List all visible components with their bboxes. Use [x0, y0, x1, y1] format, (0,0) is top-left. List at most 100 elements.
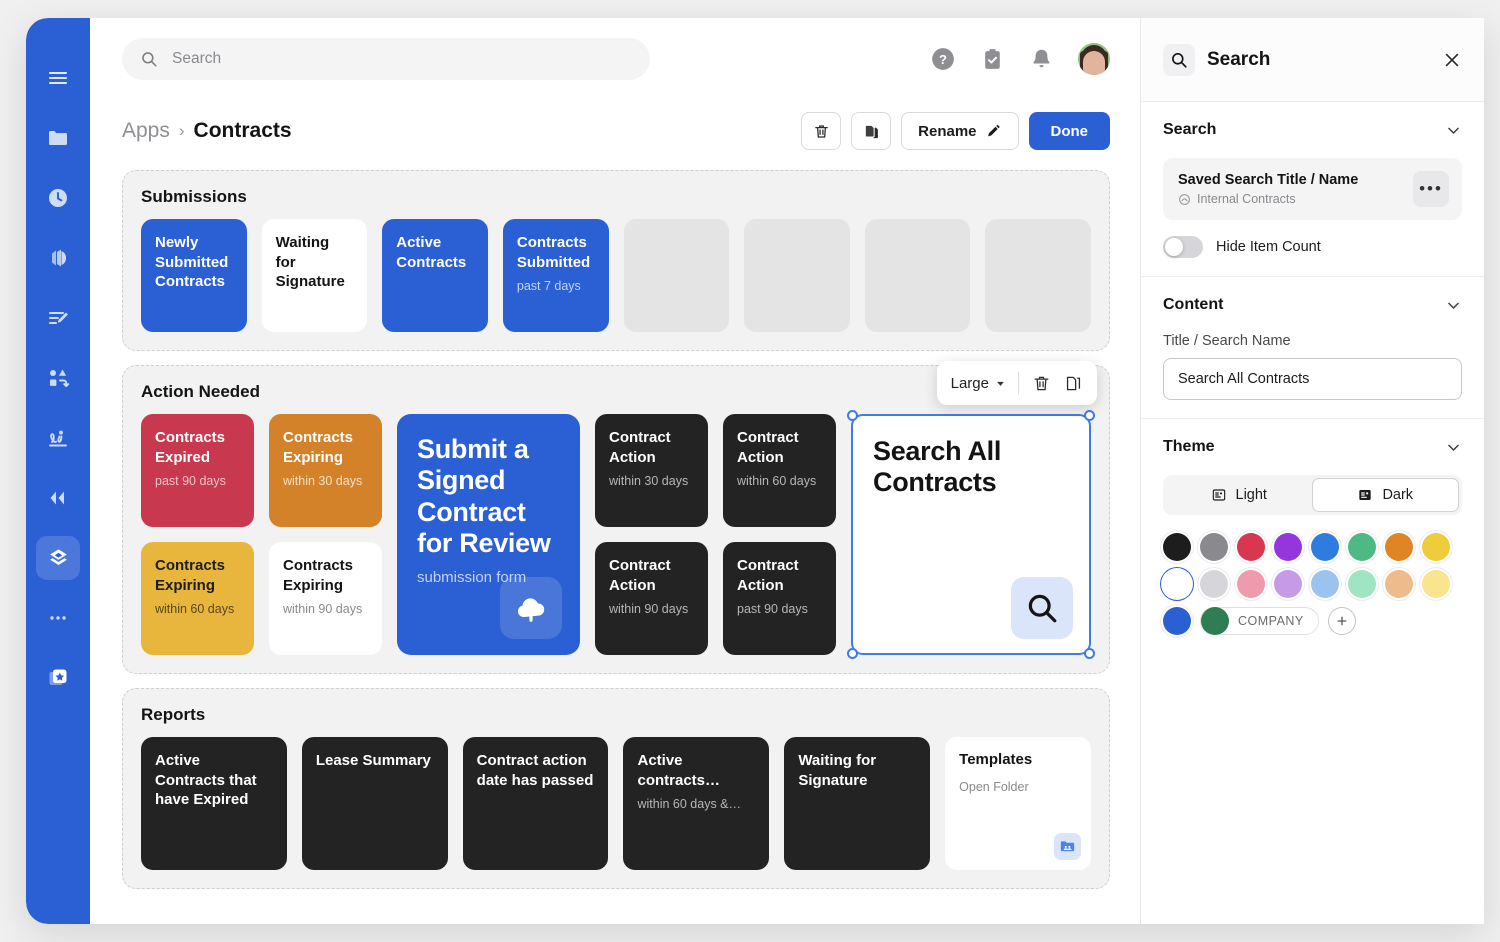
- swatch-light-blue[interactable]: [1311, 570, 1339, 598]
- tile-waiting-for-signature-report[interactable]: Waiting for Signature: [784, 737, 931, 870]
- hide-item-count-toggle[interactable]: [1163, 236, 1203, 258]
- theme-dark-option[interactable]: Dark: [1311, 478, 1459, 512]
- done-button[interactable]: Done: [1028, 112, 1110, 150]
- tile-duplicate-button[interactable]: [1064, 374, 1083, 393]
- tile-subtitle: within 60 days: [155, 602, 235, 617]
- resize-handle-bottom-right[interactable]: [1084, 648, 1095, 659]
- tile-contracts-expired[interactable]: Contracts Expired past 90 days: [141, 414, 254, 527]
- resize-handle-top-right[interactable]: [1084, 410, 1095, 421]
- avatar[interactable]: [1078, 43, 1110, 75]
- tile-title: Contracts Expired: [155, 429, 226, 466]
- tile-title: Contract action date has passed: [476, 752, 594, 789]
- tile-delete-button[interactable]: [1032, 374, 1051, 393]
- tile-contract-action-60[interactable]: Contract Action within 60 days: [723, 414, 836, 527]
- global-search-input[interactable]: Search: [122, 38, 650, 80]
- rename-button[interactable]: Rename: [901, 112, 1019, 150]
- panel-section-theme-header[interactable]: Theme: [1163, 419, 1462, 475]
- tile-active-contracts-expired[interactable]: Active Contracts that have Expired: [141, 737, 287, 870]
- swatch-pink[interactable]: [1237, 570, 1265, 598]
- panel-header: Search: [1141, 18, 1484, 102]
- swatch-light-orange[interactable]: [1385, 570, 1413, 598]
- signature-icon[interactable]: [36, 416, 80, 460]
- tile-contract-action-date-passed[interactable]: Contract action date has passed: [462, 737, 609, 870]
- saved-search-more-icon[interactable]: •••: [1413, 171, 1449, 207]
- swatch-gray[interactable]: [1200, 533, 1228, 561]
- add-swatch-button[interactable]: [1327, 607, 1356, 635]
- chevron-down-icon: [1445, 122, 1462, 139]
- tile-placeholder[interactable]: [744, 219, 850, 332]
- help-icon[interactable]: ?: [930, 46, 956, 72]
- tile-contracts-expiring-60[interactable]: Contracts Expiring within 60 days: [141, 542, 254, 655]
- tile-title: Contracts Expiring: [283, 557, 354, 594]
- swatch-purple[interactable]: [1274, 533, 1302, 561]
- menu-icon[interactable]: [36, 56, 80, 100]
- swatch-orange[interactable]: [1385, 533, 1413, 561]
- tile-lease-summary[interactable]: Lease Summary: [301, 737, 448, 870]
- tile-placeholder[interactable]: [985, 219, 1091, 332]
- section-action-needed: Action Needed Contracts Expired past 90 …: [122, 361, 1110, 674]
- tile-contract-action-past-90[interactable]: Contract Action past 90 days: [723, 542, 836, 655]
- section-title: Submissions: [141, 187, 247, 206]
- tasks-icon[interactable]: [980, 47, 1005, 72]
- pencil-icon: [987, 125, 999, 137]
- section-label: Search: [1163, 121, 1217, 138]
- tile-waiting-for-signature[interactable]: Waiting for Signature: [261, 219, 368, 332]
- search-icon: [1011, 577, 1073, 639]
- tile-placeholder[interactable]: [623, 219, 730, 332]
- saved-search-card[interactable]: Saved Search Title / Name Internal Contr…: [1163, 158, 1462, 220]
- tile-title: Lease Summary: [315, 752, 431, 769]
- breadcrumb-parent[interactable]: Apps: [122, 119, 170, 143]
- swatch-light-green[interactable]: [1348, 570, 1376, 598]
- tile-size-dropdown[interactable]: Large: [951, 375, 1005, 392]
- panel-section-search-header[interactable]: Search: [1163, 102, 1462, 158]
- close-icon[interactable]: [1442, 50, 1462, 70]
- shapes-icon[interactable]: [36, 356, 80, 400]
- tile-search-all-contracts[interactable]: Search All Contracts: [847, 410, 1095, 659]
- swatch-red[interactable]: [1237, 533, 1265, 561]
- saved-search-subtitle-row: Internal Contracts: [1178, 192, 1358, 206]
- tile-active-contracts-60[interactable]: Active contracts… within 60 days &…: [623, 737, 770, 870]
- folder-icon[interactable]: [36, 116, 80, 160]
- star-card-icon[interactable]: [36, 656, 80, 700]
- tile-contracts-expiring-30[interactable]: Contracts Expiring within 30 days: [269, 414, 382, 527]
- swatch-yellow[interactable]: [1422, 533, 1450, 561]
- swatch-company-chip[interactable]: COMPANY: [1200, 607, 1319, 635]
- swatch-black[interactable]: [1163, 533, 1191, 561]
- swatch-brand-blue[interactable]: [1163, 607, 1191, 635]
- chevron-down-icon: [1445, 439, 1462, 456]
- tile-contracts-submitted[interactable]: Contracts Submitted past 7 days: [502, 219, 609, 332]
- tile-subtitle: past 90 days: [737, 602, 808, 617]
- tile-subtitle: within 90 days: [283, 602, 363, 617]
- tile-contracts-expiring-90[interactable]: Contracts Expiring within 90 days: [269, 542, 382, 655]
- resize-handle-top-left[interactable]: [847, 410, 858, 421]
- notifications-bell-icon[interactable]: [1029, 47, 1054, 72]
- tile-contract-action-30[interactable]: Contract Action within 30 days: [595, 414, 708, 527]
- tile-placeholder[interactable]: [864, 219, 971, 332]
- resize-handle-bottom-left[interactable]: [847, 648, 858, 659]
- layers-stack-icon[interactable]: [36, 236, 80, 280]
- layers-diamond-icon[interactable]: [36, 536, 80, 580]
- panel-section-content-header[interactable]: Content: [1163, 277, 1462, 333]
- tile-contract-action-90[interactable]: Contract Action within 90 days: [595, 542, 708, 655]
- edit-list-icon[interactable]: [36, 296, 80, 340]
- tile-newly-submitted-contracts[interactable]: Newly Submitted Contracts: [141, 219, 247, 332]
- title-search-name-input[interactable]: [1163, 358, 1462, 400]
- duplicate-button[interactable]: [851, 112, 892, 150]
- swatch-green[interactable]: [1348, 533, 1376, 561]
- right-properties-panel: Search Search Saved Search Title / Name …: [1140, 18, 1484, 924]
- tile-active-contracts[interactable]: Active Contracts: [382, 219, 488, 332]
- card-submit-signed-contract[interactable]: Submit a Signed Contract for Review subm…: [397, 414, 580, 655]
- search-icon: [142, 52, 157, 67]
- collapse-left-icon[interactable]: [36, 476, 80, 520]
- swatch-blue[interactable]: [1311, 533, 1339, 561]
- swatch-white[interactable]: [1163, 570, 1191, 598]
- swatch-light-gray[interactable]: [1200, 570, 1228, 598]
- swatch-light-yellow[interactable]: [1422, 570, 1450, 598]
- theme-light-option[interactable]: Light: [1166, 478, 1312, 512]
- more-dots-icon[interactable]: [36, 596, 80, 640]
- chevron-down-icon: [1445, 297, 1462, 314]
- clock-icon[interactable]: [36, 176, 80, 220]
- tile-templates[interactable]: Templates Open Folder: [945, 737, 1091, 870]
- delete-button[interactable]: [801, 112, 842, 150]
- swatch-light-purple[interactable]: [1274, 570, 1302, 598]
